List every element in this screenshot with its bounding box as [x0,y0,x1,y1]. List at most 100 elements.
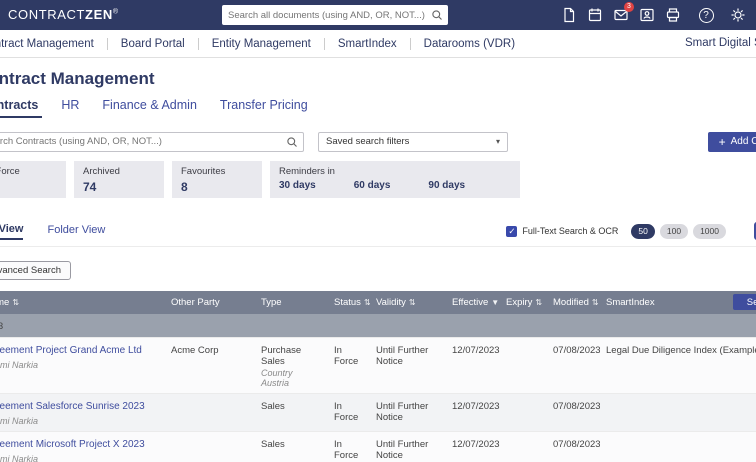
contracts-search[interactable] [0,131,304,152]
stat-card-in-force[interactable]: In Force [0,161,66,198]
nav-smart-digital-services[interactable]: Smart Digital Services [685,37,756,49]
cell-other-party [165,431,255,462]
col-label: Type [261,297,282,308]
help-icon[interactable]: ? [695,4,717,26]
advanced-search-button[interactable]: Advanced Search [0,261,71,280]
sort-icon[interactable]: ⇅ [592,298,599,307]
cell-status: In Force [328,431,370,462]
cell-other-party: Acme Corp [165,337,255,394]
year-group-row[interactable]: 2023 [0,314,756,338]
contractzen-logo[interactable]: CONTRACTZEN® [8,7,119,22]
saved-filters-dropdown[interactable]: Saved search filters ▾ [318,131,508,152]
year-group-label: 2023 [0,314,756,338]
tab-contracts[interactable]: Contracts [0,98,43,118]
col-label: Status [334,297,361,308]
tab-list-view[interactable]: List View [0,223,24,240]
contract-link[interactable]: Agreement Microsoft Project X 2023 [0,439,159,450]
cell-effective: 12/07/2023 [446,393,500,432]
type-note: Country Austria [261,368,293,388]
col-type[interactable]: Type [255,291,328,314]
tab-folder-view[interactable]: Folder View [47,224,105,239]
contracts-search-input[interactable] [0,136,286,147]
table-row[interactable]: Agreement Microsoft Project X 2023 Sami N… [0,431,756,462]
global-search[interactable] [222,5,448,25]
col-modified[interactable]: Modified ⇅ [547,291,600,314]
cell-smartindex: Legal Due Diligence Index (Example) [600,337,756,394]
col-validity[interactable]: Validity ⇅ [370,291,446,314]
cell-validity: Until Further Notice [370,393,446,432]
type-text: Sales [261,439,285,450]
contract-link[interactable]: Agreement Salesforce Sunrise 2023 [0,401,159,412]
col-effective[interactable]: Effective ▼ [446,291,500,314]
sort-icon[interactable]: ⇅ [409,298,416,307]
cell-type: Sales [255,393,328,432]
nav-entity-management[interactable]: Entity Management [197,37,324,50]
sort-desc-icon[interactable]: ▼ [491,298,499,307]
plus-icon: + [718,134,726,149]
table-row[interactable]: Agreement Project Grand Acme Ltd Sami Nar… [0,337,756,394]
cell-validity: Until Further Notice [370,431,446,462]
global-search-input[interactable] [222,9,431,21]
module-tabs: Contracts HR Finance & Admin Transfer Pr… [0,98,756,118]
reminder-90-days[interactable]: 90 days [428,180,465,191]
tab-transfer-pricing[interactable]: Transfer Pricing [216,98,312,118]
sort-icon[interactable]: ⇅ [12,298,19,307]
cell-status: In Force [328,337,370,394]
nav-smartindex[interactable]: SmartIndex [323,37,410,50]
sort-icon[interactable]: ⇅ [535,298,542,307]
mail-badge: 3 [624,2,634,12]
saved-filters-label: Saved search filters [326,136,410,147]
logo-text: CONTRACT [8,7,86,22]
col-name[interactable]: Name⇅ [0,291,165,314]
col-status[interactable]: Status ⇅ [328,291,370,314]
cell-validity: Until Further Notice [370,337,446,394]
stat-card-favourites[interactable]: Favourites 8 [172,161,262,198]
add-contract-button[interactable]: + Add Contract [707,131,756,152]
tab-finance-admin[interactable]: Finance & Admin [98,98,201,118]
content: Contract Management Contracts HR Finance… [0,69,756,462]
type-text: Purchase Sales [261,345,302,367]
col-label: Expiry [506,297,533,308]
reminders-card: Reminders in 30 days 60 days 90 days [270,161,520,198]
fulltext-label: Full-Text Search & OCR [522,226,619,236]
col-label: Other Party [171,297,220,308]
table-header-row: Name⇅ Other Party Type Status⇅ Validity⇅… [0,291,756,314]
reminder-60-days[interactable]: 60 days [354,180,391,191]
col-label: SmartIndex [606,297,655,308]
file-icon[interactable] [558,4,580,26]
page-size-1000[interactable]: 1000 [693,223,726,239]
col-other-party[interactable]: Other Party [165,291,255,314]
topbar-icon-group-right: ? [695,4,756,26]
printer-icon[interactable] [662,4,684,26]
search-icon [432,10,442,20]
calendar-icon[interactable] [584,4,606,26]
nav-contract-management[interactable]: Contract Management [0,38,107,50]
cell-effective: 12/07/2023 [446,337,500,394]
contracts-toolbar: Saved search filters ▾ + Add Contract [0,131,756,152]
select-button[interactable]: Select [733,294,756,310]
cell-modified: 07/08/2023 [547,393,600,432]
view-bar-right: ✓ Full-Text Search & OCR 50 100 1000 + [506,222,756,240]
table-row[interactable]: Agreement Salesforce Sunrise 2023 Sami Na… [0,393,756,432]
nav-datarooms[interactable]: Datarooms (VDR) [409,37,528,50]
page-size-50[interactable]: 50 [631,223,655,239]
stat-label: In Force [0,166,20,177]
contract-link[interactable]: Agreement Project Grand Acme Ltd [0,345,159,356]
stat-value: 74 [83,180,97,194]
cell-type: Sales [255,431,328,462]
reminder-30-days[interactable]: 30 days [279,180,316,191]
cell-expiry [500,431,547,462]
contacts-icon[interactable] [636,4,658,26]
col-expiry[interactable]: Expiry ⇅ [500,291,547,314]
cell-status: In Force [328,393,370,432]
page-size-100[interactable]: 100 [659,223,689,239]
nav-board-portal[interactable]: Board Portal [106,37,198,50]
cell-other-party [165,393,255,432]
stat-card-archived[interactable]: Archived 74 [74,161,164,198]
gear-icon[interactable] [727,4,749,26]
sort-icon[interactable]: ⇅ [364,298,370,307]
tab-hr[interactable]: HR [57,98,83,118]
fulltext-checkbox[interactable]: ✓ [506,225,518,237]
cell-effective: 12/07/2023 [446,431,500,462]
mail-icon[interactable]: 3 [610,2,634,26]
